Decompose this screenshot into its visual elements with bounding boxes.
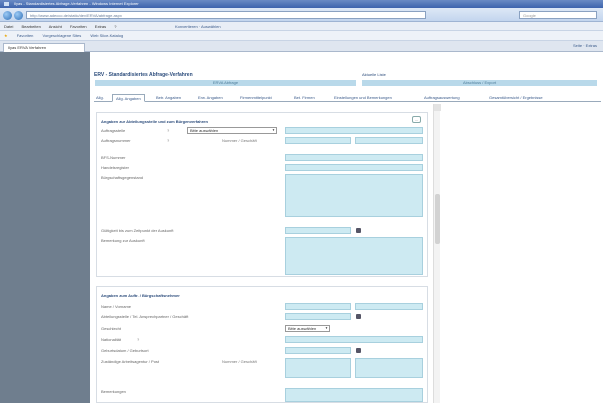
star-icon[interactable]: ★ (4, 33, 8, 38)
tab-auftragsauswertung[interactable]: Auftragsauswertung (424, 94, 460, 102)
geschlecht-select[interactable]: Bitte auswählen ▼ (285, 325, 330, 332)
calendar-icon[interactable] (356, 348, 361, 353)
arbeitsagentur-sublabel: Nummer / Geschäft (222, 359, 257, 364)
tab-allg[interactable]: Allg. (96, 94, 104, 102)
scroll-thumb[interactable] (435, 194, 440, 244)
forward-icon[interactable] (14, 11, 23, 20)
auftragsstelle-field[interactable] (285, 127, 423, 134)
menu-bar: Datei Bearbeiten Ansicht Favoriten Extra… (0, 22, 603, 31)
page-content: ERV - Standardisiertes Abfrage-Verfahren… (90, 52, 603, 403)
info-icon: ? (167, 138, 170, 143)
browser-tab[interactable]: Ilyas ERVA Verfahren (3, 43, 85, 52)
suggested-sites-link[interactable]: Vorgeschlagene Sites (43, 33, 82, 38)
nationalitaet-label: Nationalität (101, 337, 122, 342)
form-tabs: Allg. Allg. Angaben Betr. Angaben Erw. A… (94, 94, 601, 102)
section-bar-right: Abschluss / Export (362, 80, 597, 86)
geschaeft-field[interactable] (355, 137, 423, 144)
info-icon: ? (137, 337, 140, 342)
gueltigkeit-date-field[interactable] (285, 227, 351, 234)
geschlecht-label: Geschlecht (101, 326, 122, 331)
page-subtitle: Aktuelle Liste (362, 72, 386, 77)
scroll-up-icon[interactable] (434, 104, 441, 111)
window-titlebar: Ilyas - Standardisiertes Abfrage-Verfahr… (0, 0, 603, 8)
back-icon[interactable] (3, 11, 12, 20)
bfs-nummer-label: BFS-Nummer (101, 155, 126, 160)
browser-app-icon (4, 2, 9, 6)
address-bar: http://www.adecco.de/static/dev/ERVA/abf… (0, 8, 603, 22)
arbeitsagentur-label: Zuständige Arbeitsagentur / Post (101, 359, 160, 364)
page-title: ERV - Standardisiertes Abfrage-Verfahren (94, 72, 193, 78)
menu-item-extras[interactable]: Extras (95, 24, 106, 29)
name-label: Name / Vorname (101, 304, 132, 309)
auftragsnummer-sublabel: Nummer / Geschäft (222, 138, 257, 143)
section-abteilungsstelle: Angaben zur Abteilungsstelle und zum Bür… (96, 112, 428, 277)
vorname-field[interactable] (355, 303, 423, 310)
name-field[interactable] (285, 303, 351, 310)
auftragsnummer-field[interactable] (285, 137, 351, 144)
window-title: Ilyas - Standardisiertes Abfrage-Verfahr… (14, 1, 139, 6)
buergschaftsgegenstand-label: Bürgschaftsgegenstand (101, 175, 144, 180)
chevron-down-icon: ▼ (325, 326, 328, 330)
section2-heading: Angaben zum Auftr. / Bürgschaftsnehmer (101, 293, 180, 298)
nationalitaet-field[interactable] (285, 336, 423, 343)
geburtsdatum-field[interactable] (285, 347, 351, 354)
search-input[interactable]: Google (519, 11, 597, 19)
tab-firmenmittelpunkt[interactable]: Firmenmittelpunkt (240, 94, 272, 102)
chevron-down-icon: ▼ (272, 128, 275, 132)
handelsregister-field[interactable] (285, 164, 423, 171)
tab-erw-angaben[interactable]: Erw. Angaben (198, 94, 223, 102)
auftragsstelle-label: Auftragsstelle (101, 128, 126, 133)
gueltigkeit-label: Gültigkeit bis zum Zeitpunkt der Auskunf… (101, 228, 174, 233)
section-buergschaftsnehmer: Angaben zum Auftr. / Bürgschaftsnehmer N… (96, 286, 428, 403)
geburtsdatum-label: Geburtsdatum / Geburtsort (101, 348, 149, 353)
bemerkung-label: Bemerkung zur Auskunft (101, 238, 145, 243)
favorites-bar: ★ Favoriten Vorgeschlagene Sites Web Sli… (0, 31, 603, 41)
buergschaftsgegenstand-textarea[interactable] (285, 174, 423, 217)
ansprechpartner-field[interactable] (285, 313, 351, 320)
url-input[interactable]: http://www.adecco.de/static/dev/ERVA/abf… (26, 11, 426, 19)
arbeitsagentur-post-field[interactable] (355, 358, 423, 378)
arbeitsagentur-field[interactable] (285, 358, 351, 378)
menu-item-bearbeiten[interactable]: Bearbeiten (21, 24, 40, 29)
auftragsstelle-select-value: Bitte auswählen (190, 128, 219, 133)
tab-betr-angaben[interactable]: Betr. Angaben (156, 94, 181, 102)
page-scrollbar[interactable] (433, 104, 441, 403)
menu-item-help[interactable]: ? (114, 24, 116, 29)
favorites-button[interactable]: Favoriten (17, 33, 34, 38)
section1-heading: Angaben zur Abteilungsstelle und zum Bür… (101, 119, 208, 124)
geschlecht-select-value: Bitte auswählen (288, 326, 317, 331)
auftragsnummer-label: Auftragsnummer (101, 138, 131, 143)
tab-allg-angaben[interactable]: Allg. Angaben (112, 94, 145, 102)
tab-einstellungen[interactable]: Einstellungen und Bemerkungen (334, 94, 392, 102)
calendar-icon[interactable] (356, 228, 361, 233)
web-slice-link[interactable]: Web Slice-Katalog (90, 33, 123, 38)
ansprechpartner-label: Abteilungsstelle / Tel. Ansprechpartner … (101, 314, 189, 319)
info-icon: ? (167, 128, 170, 133)
menu-item-datei[interactable]: Datei (4, 24, 13, 29)
browser-tab-bar: Ilyas ERVA Verfahren Seite · Extras (0, 41, 603, 52)
comment-icon[interactable]: … (412, 116, 421, 123)
menu-item-favoriten[interactable]: Favoriten (70, 24, 87, 29)
tab-bet-firmen[interactable]: Bet. Firmen (294, 94, 315, 102)
tools-menu[interactable]: Seite · Extras (573, 43, 597, 48)
handelsregister-label: Handelsregister (101, 165, 130, 170)
left-sidebar (0, 52, 90, 403)
section-bar-left: ERVA Abfrage (95, 80, 356, 86)
calendar-icon[interactable] (356, 314, 361, 319)
menu-item-ansicht[interactable]: Ansicht (49, 24, 62, 29)
tab-gesamtuebersicht[interactable]: Gesamtübersicht / Ergebnisse (489, 94, 543, 102)
bemerkungen-label: Bemerkungen (101, 389, 126, 394)
bfs-nummer-field[interactable] (285, 154, 423, 161)
bemerkung-textarea[interactable] (285, 237, 423, 275)
auftragsstelle-select[interactable]: Bitte auswählen ▼ (187, 127, 277, 134)
convert-toolbar[interactable]: Konvertieren · Auswählen (175, 22, 221, 31)
bemerkungen-field[interactable] (285, 388, 423, 402)
